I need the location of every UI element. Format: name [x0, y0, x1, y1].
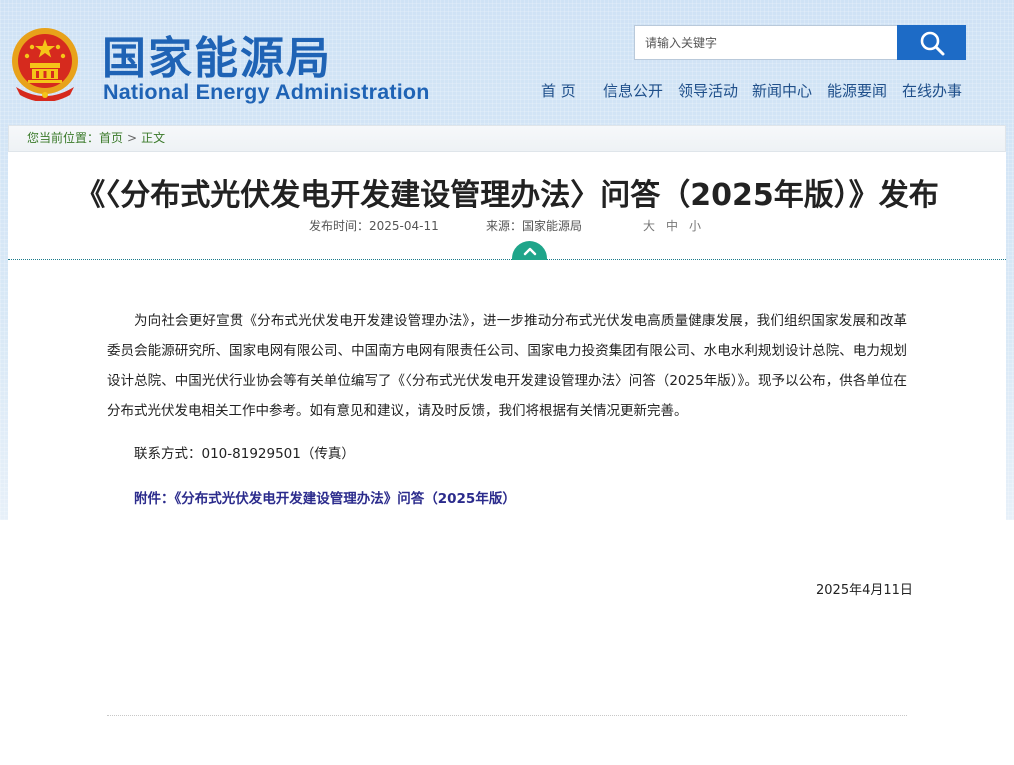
- source-value: 国家能源局: [522, 219, 583, 233]
- source-label: 来源：: [486, 219, 523, 233]
- nav-info-disclosure[interactable]: 信息公开: [603, 80, 663, 101]
- font-size-large[interactable]: 大: [643, 219, 655, 233]
- nav-news-center[interactable]: 新闻中心: [752, 80, 812, 101]
- site-title-en[interactable]: National Energy Administration: [103, 80, 430, 105]
- nav-online-services[interactable]: 在线办事: [902, 80, 962, 101]
- nav-energy-news[interactable]: 能源要闻: [827, 80, 887, 101]
- article-source: 来源：国家能源局: [486, 217, 582, 234]
- publish-time: 发布时间：2025-04-11: [309, 217, 439, 234]
- chevron-up-icon: [523, 247, 536, 255]
- header-divider: [8, 259, 1006, 260]
- article-panel-lower: [8, 520, 1006, 765]
- site-title-cn[interactable]: 国家能源局: [102, 22, 332, 86]
- national-emblem-icon: [10, 25, 80, 102]
- font-size-medium[interactable]: 中: [666, 219, 678, 233]
- publish-time-label: 发布时间：: [309, 219, 370, 233]
- nav-leadership-activities[interactable]: 领导活动: [678, 80, 738, 101]
- article-paragraph: 为向社会更好宣贯《分布式光伏发电开发建设管理办法》，进一步推动分布式光伏发电高质…: [107, 313, 907, 419]
- site-header: 国家能源局 National Energy Administration 首 页…: [0, 0, 1014, 125]
- font-size-controls: 大中小: [643, 217, 712, 234]
- search-button[interactable]: [897, 25, 966, 60]
- magnifier-icon: [920, 31, 944, 55]
- font-size-small[interactable]: 小: [689, 219, 701, 233]
- breadcrumb-home-link[interactable]: 首页: [99, 131, 123, 145]
- search-input[interactable]: [634, 25, 898, 60]
- footer-divider: [107, 715, 907, 716]
- publish-time-value: 2025-04-11: [369, 219, 439, 233]
- breadcrumb-prefix: 您当前位置：: [27, 131, 100, 145]
- nav-home[interactable]: 首 页: [541, 80, 576, 101]
- signature-date: 2025年4月11日: [816, 583, 913, 598]
- breadcrumb-separator: >: [127, 131, 138, 145]
- contact-info: 联系方式：010-81929501（传真）: [134, 446, 355, 462]
- breadcrumb: 您当前位置：首页 > 正文: [8, 125, 1006, 152]
- article-title: 《〈分布式光伏发电开发建设管理办法〉问答（2025年版）》发布: [75, 178, 939, 213]
- breadcrumb-current: 正文: [141, 131, 166, 145]
- attachment-link[interactable]: 附件：《分布式光伏发电开发建设管理办法》问答（2025年版）: [134, 488, 516, 510]
